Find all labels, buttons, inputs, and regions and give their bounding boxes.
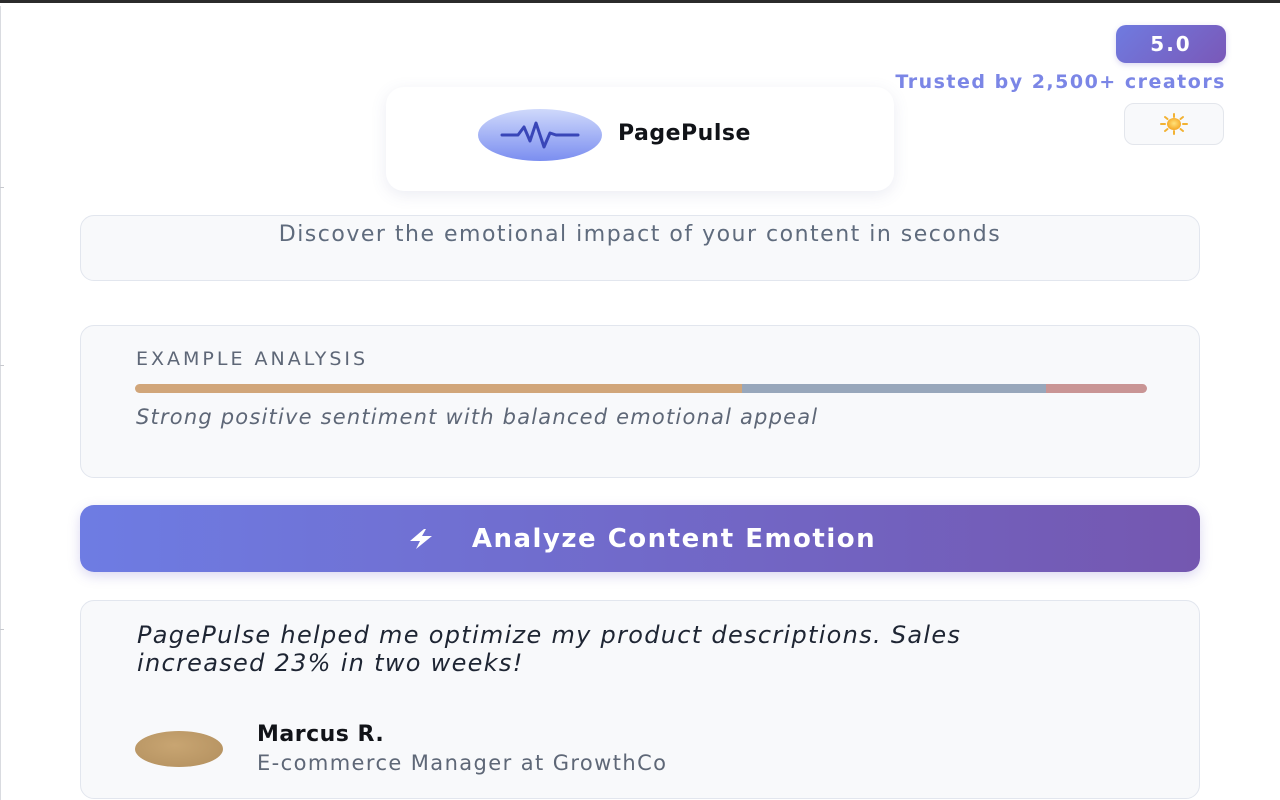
logo-card: PagePulse [386,87,894,191]
edge-tick [0,629,4,630]
emotion-bar-segment [1045,384,1147,393]
theme-toggle-button[interactable] [1124,103,1224,145]
trusted-by-text: Trusted by 2,500+ creators [895,71,1226,93]
avatar [135,731,223,767]
emotion-bar-segment [742,384,1046,393]
brand-name: PagePulse [618,121,751,146]
tagline: Discover the emotional impact of your co… [80,215,1200,281]
emotion-bar-segment [135,384,743,393]
testimonial-card: PagePulse helped me optimize my product … [80,600,1200,799]
edge-tick [0,187,4,188]
edge-tick [0,365,4,366]
emotion-bar [135,384,1147,393]
testimonial-author-name: Marcus R. [257,722,385,747]
testimonial-quote: PagePulse helped me optimize my product … [137,621,962,677]
window-edge [0,6,1,800]
example-analysis-card: EXAMPLE ANALYSIS Strong positive sentime… [80,325,1200,478]
analyze-button-label: Analyze Content Emotion [471,523,877,554]
pulse-wave-icon [478,109,602,161]
analyze-content-button[interactable]: Analyze Content Emotion [80,505,1200,572]
example-analysis-description: Strong positive sentiment with balanced … [136,405,819,429]
testimonial-author-role: E-commerce Manager at GrowthCo [257,751,668,775]
sun-icon [1160,113,1188,135]
rating-badge: 5.0 [1116,25,1226,63]
example-analysis-title: EXAMPLE ANALYSIS [136,348,369,370]
lightning-bolt-icon [409,528,432,549]
popup-window: 5.0 Trusted by 2,500+ creators PagePulse… [0,0,1280,800]
